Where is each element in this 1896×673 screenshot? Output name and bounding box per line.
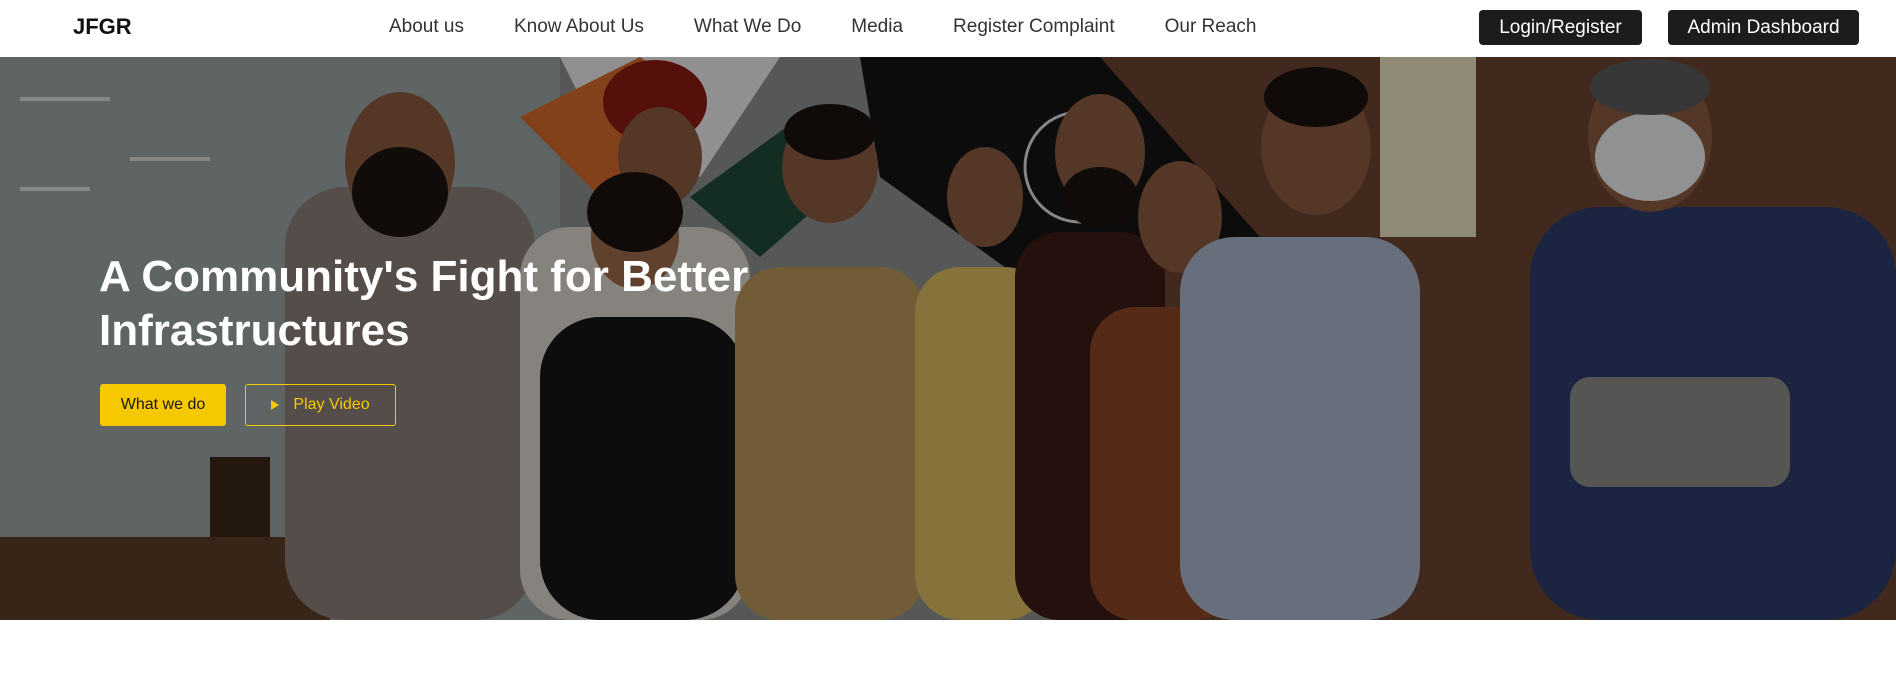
nav-link-media[interactable]: Media xyxy=(851,16,903,38)
nav-link-our-reach[interactable]: Our Reach xyxy=(1165,16,1257,38)
play-video-button[interactable]: Play Video xyxy=(245,384,396,426)
main-nav: About us Know About Us What We Do Media … xyxy=(389,16,1306,38)
top-navbar: JFGR About us Know About Us What We Do M… xyxy=(0,0,1896,57)
hero-title: A Community's Fight for Better Infrastru… xyxy=(99,252,749,355)
nav-link-about-us[interactable]: About us xyxy=(389,16,464,38)
brand-logo[interactable]: JFGR xyxy=(73,14,132,40)
nav-link-register-complaint[interactable]: Register Complaint xyxy=(953,16,1115,38)
admin-dashboard-button[interactable]: Admin Dashboard xyxy=(1668,10,1859,45)
nav-link-what-we-do[interactable]: What We Do xyxy=(694,16,801,38)
play-icon xyxy=(271,400,280,410)
login-register-button[interactable]: Login/Register xyxy=(1479,10,1642,45)
what-we-do-button[interactable]: What we do xyxy=(100,384,226,426)
hero-section: A Community's Fight for Better Infrastru… xyxy=(0,57,1896,620)
play-video-label: Play Video xyxy=(293,396,370,413)
nav-link-know-about-us[interactable]: Know About Us xyxy=(514,16,644,38)
